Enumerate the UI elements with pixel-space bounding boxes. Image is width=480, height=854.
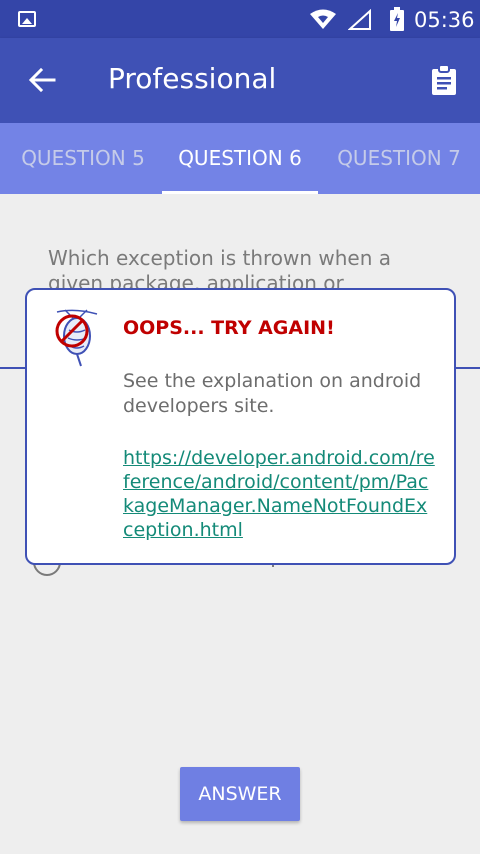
tab-question-5[interactable]: QUESTION 5 <box>0 123 166 194</box>
tab-question-6[interactable]: QUESTION 6 <box>162 123 318 194</box>
app-bar: Professional <box>0 38 480 123</box>
status-time: 05:36 <box>414 8 475 32</box>
clipboard-icon[interactable] <box>428 64 460 96</box>
divider-left <box>0 367 26 369</box>
dialog-title: OOPS... TRY AGAIN! <box>123 317 335 339</box>
wifi-icon <box>310 9 336 29</box>
tab-question-7[interactable]: QUESTION 7 <box>318 123 480 194</box>
arrow-back-icon[interactable] <box>26 64 58 96</box>
signal-icon <box>348 9 371 30</box>
wrong-answer-dialog: OOPS... TRY AGAIN! See the explanation o… <box>25 288 456 565</box>
image-notification-icon <box>18 11 36 27</box>
dialog-message: See the explanation on android developer… <box>123 370 422 417</box>
battery-charging-icon <box>390 7 404 31</box>
bug-crossed-icon <box>55 309 98 367</box>
divider-right <box>455 367 480 369</box>
documentation-link[interactable]: https://developer.android.com/reference/… <box>123 446 435 542</box>
question-tab-bar: QUESTION 5 QUESTION 6 QUESTION 7 <box>0 123 480 194</box>
active-tab-indicator <box>162 191 318 194</box>
status-bar: 05:36 <box>0 0 480 38</box>
answer-button[interactable]: ANSWER <box>180 767 300 821</box>
page-title: Professional <box>108 62 277 95</box>
